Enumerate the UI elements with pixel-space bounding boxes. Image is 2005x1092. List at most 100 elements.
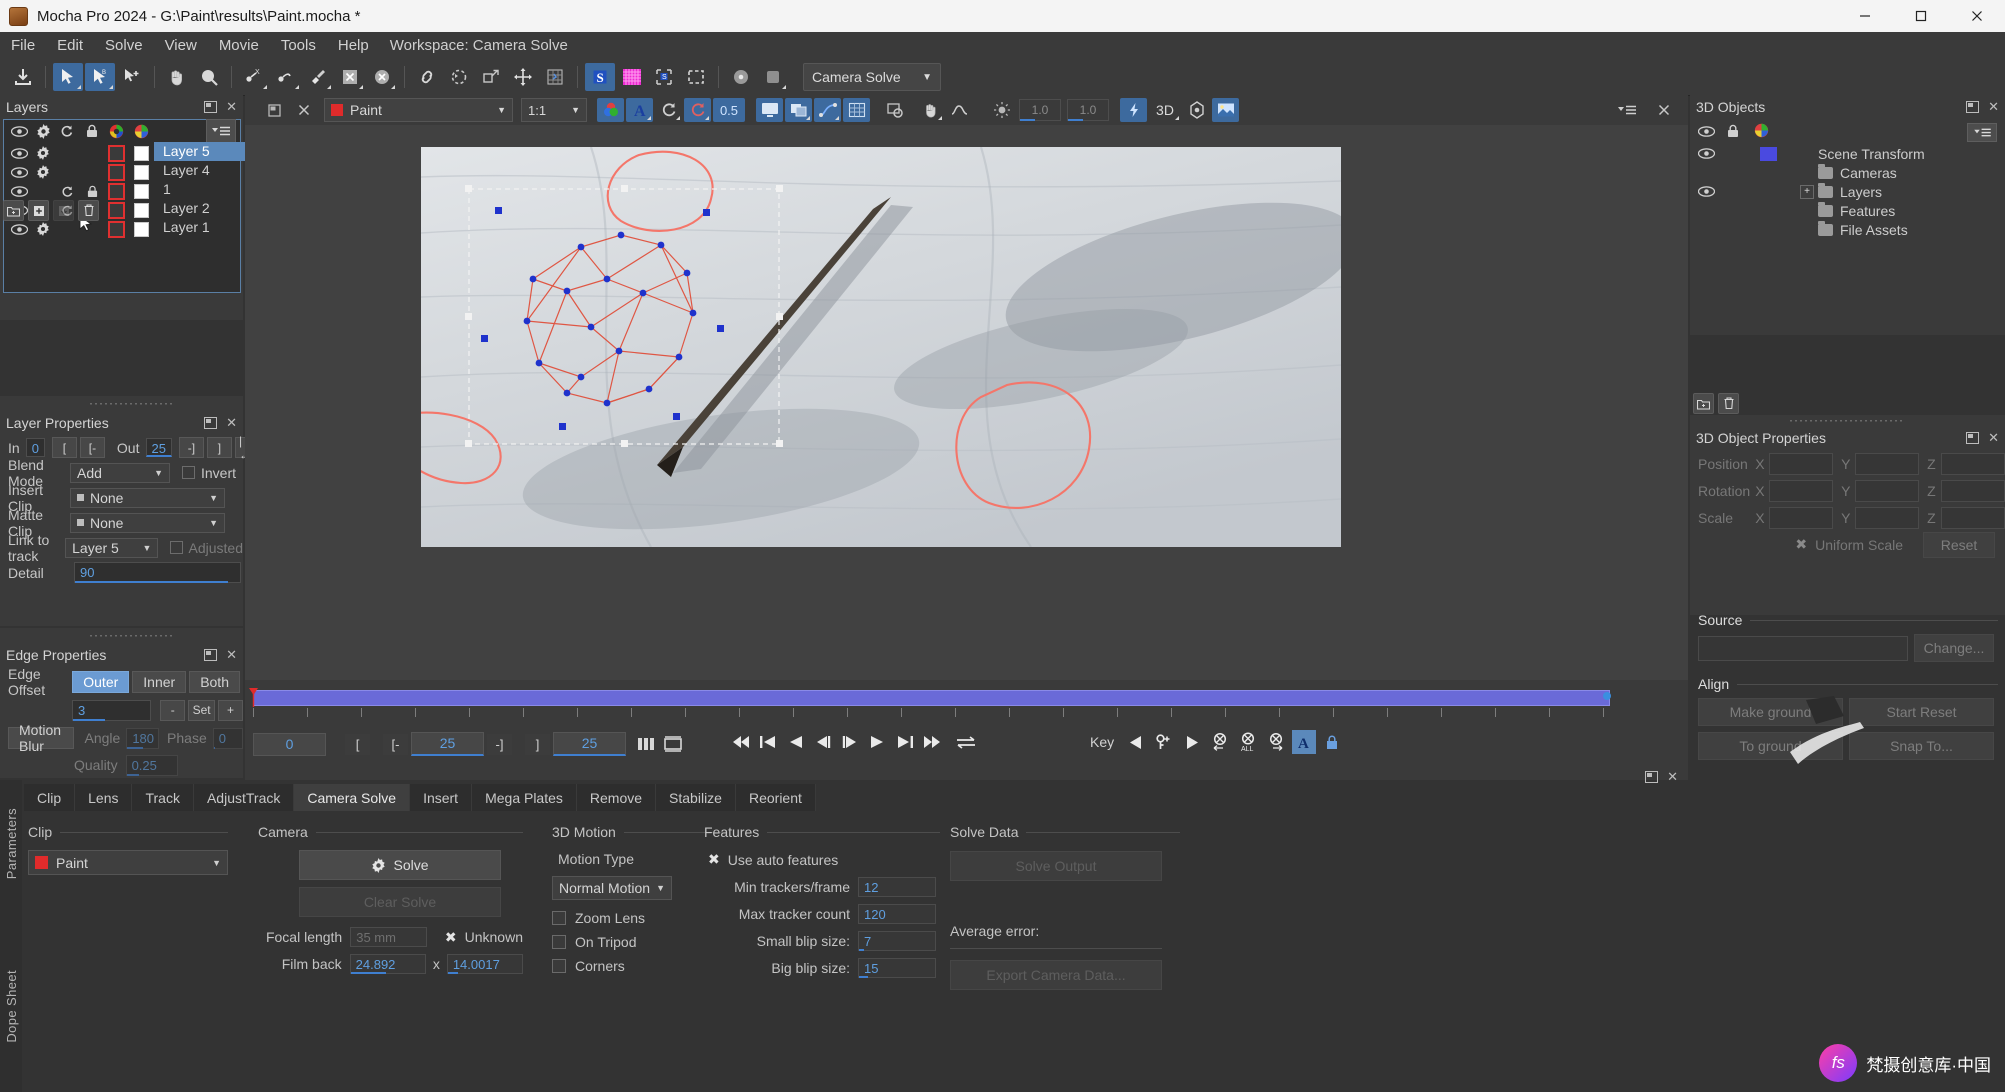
source-field[interactable]	[1698, 635, 1908, 661]
mark-in-alt-button[interactable]: [-	[79, 437, 105, 458]
mark-out-button[interactable]: -]	[487, 733, 512, 755]
delete-object-icon[interactable]	[1718, 393, 1739, 414]
channels-icon[interactable]	[597, 98, 624, 122]
unknown-checkbox[interactable]: ✖	[445, 929, 457, 946]
new-folder-icon[interactable]	[3, 200, 24, 221]
row-gear-icon[interactable]	[32, 218, 54, 240]
surface-icon[interactable]: S	[585, 63, 615, 91]
corners-checkbox[interactable]	[552, 959, 566, 973]
lightning-icon[interactable]	[1120, 98, 1147, 122]
delete-key-all-icon[interactable]: ALL	[1236, 730, 1260, 754]
select-b-tool-icon[interactable]: B	[85, 63, 115, 91]
table-row[interactable]: Layer 5	[4, 142, 248, 162]
increment-button[interactable]: +	[218, 699, 243, 721]
on-tripod-row[interactable]: On Tripod	[552, 934, 727, 950]
list-item[interactable]: Scene Transform	[1690, 144, 2005, 163]
zoom-region-icon[interactable]	[881, 98, 908, 122]
first-frame-icon[interactable]	[730, 730, 754, 754]
viewer-clip-dropdown[interactable]: Paint ▼	[324, 98, 513, 122]
use-auto-features-row[interactable]: ✖ Use auto features	[704, 851, 940, 868]
small-blip-field[interactable]: 7	[858, 931, 936, 951]
list-item[interactable]: Layer 5	[154, 142, 248, 161]
select-tool-icon[interactable]	[53, 63, 83, 91]
key-lock-icon[interactable]	[1320, 730, 1344, 754]
invert-checkbox[interactable]	[182, 466, 195, 479]
adjusted-checkbox[interactable]	[170, 541, 183, 554]
expand-icon[interactable]: +	[1800, 184, 1814, 199]
tab-stabilize[interactable]: Stabilize	[656, 784, 736, 811]
list-item[interactable]: Layer 2	[154, 199, 248, 218]
mark-in-button[interactable]: [	[51, 437, 77, 458]
float-panel-icon[interactable]	[1966, 101, 1980, 113]
set-button[interactable]: Set	[188, 699, 215, 721]
rotation-x-field[interactable]	[1769, 479, 1834, 502]
lock-icon[interactable]	[1727, 124, 1739, 141]
blend-mode-dropdown[interactable]: Add ▼	[70, 462, 170, 483]
list-item[interactable]: Layer 4	[154, 161, 248, 180]
tab-reorient[interactable]: Reorient	[735, 784, 816, 811]
color-wheel-icon[interactable]	[105, 120, 127, 142]
motion-blur-button[interactable]: Motion Blur	[8, 722, 74, 754]
eye-icon[interactable]	[1697, 124, 1716, 140]
alpha-icon[interactable]: A	[626, 98, 653, 122]
table-row[interactable]: Layer 4	[4, 161, 240, 181]
tab-remove[interactable]: Remove	[576, 784, 657, 811]
close-icon[interactable]: ✕	[226, 647, 237, 663]
prev-keyframe-icon[interactable]	[757, 730, 781, 754]
link-icon[interactable]	[412, 63, 442, 91]
layers-panel-menu-icon[interactable]	[206, 119, 236, 143]
play-backward-icon[interactable]	[784, 730, 808, 754]
timeline-ruler[interactable]	[253, 708, 1608, 730]
close-icon[interactable]: ✕	[1988, 430, 1999, 446]
list-item[interactable]: File Assets	[1690, 220, 2005, 239]
list-item[interactable]: Layer 1	[154, 218, 248, 237]
color-swatch-icon[interactable]	[130, 120, 152, 142]
focal-length-field[interactable]: 35 mm	[350, 927, 427, 947]
current-frame-field[interactable]: 0	[253, 732, 326, 756]
brush-tool-icon[interactable]	[303, 63, 333, 91]
planar-region-icon[interactable]	[681, 63, 711, 91]
zoom-lens-row[interactable]: Zoom Lens	[552, 910, 727, 926]
loop-icon[interactable]	[954, 730, 978, 754]
tab-lens[interactable]: Lens	[75, 784, 133, 811]
timeline-range-bar[interactable]	[253, 690, 1610, 706]
close-icon[interactable]: ✕	[226, 99, 237, 115]
objects-panel-menu-icon[interactable]	[1967, 122, 1997, 142]
scale-x-field[interactable]	[1769, 506, 1834, 529]
delete-layer-icon[interactable]	[78, 200, 99, 221]
rotation-y-field[interactable]	[1854, 479, 1920, 502]
curve-icon[interactable]	[946, 98, 973, 122]
menu-view[interactable]: View	[154, 32, 208, 59]
use-auto-features-checkbox[interactable]: ✖	[708, 851, 720, 868]
menu-tools[interactable]: Tools	[270, 32, 327, 59]
gizmo-icon[interactable]	[1183, 98, 1210, 122]
pin-icon[interactable]	[261, 98, 288, 122]
corners-row[interactable]: Corners	[552, 958, 727, 974]
opacity-icon[interactable]: 0.5	[713, 98, 745, 122]
transform-icon[interactable]	[476, 63, 506, 91]
close-icon[interactable]: ✕	[1988, 99, 1999, 115]
menu-solve[interactable]: Solve	[94, 32, 154, 59]
align-surface-icon[interactable]: S	[649, 63, 679, 91]
export-camera-data-button[interactable]: Export Camera Data...	[950, 960, 1162, 990]
on-tripod-checkbox[interactable]	[552, 935, 566, 949]
row-eye-icon[interactable]	[1697, 184, 1716, 200]
minimize-button[interactable]	[1837, 0, 1893, 32]
min-trackers-field[interactable]: 12	[858, 877, 936, 897]
delete-key-right-icon[interactable]	[1264, 730, 1288, 754]
delete-key-left-icon[interactable]	[1208, 730, 1232, 754]
scale-z-field[interactable]	[1940, 506, 2005, 529]
close-icon[interactable]	[290, 98, 317, 122]
close-icon[interactable]: ✕	[1667, 769, 1678, 785]
workspace-dropdown[interactable]: Camera Solve ▼	[803, 63, 941, 91]
solve-button[interactable]: Solve	[299, 850, 501, 880]
lock-icon[interactable]	[81, 120, 103, 142]
position-y-field[interactable]	[1854, 452, 1920, 475]
import-icon[interactable]	[8, 63, 38, 91]
step-backward-icon[interactable]	[811, 730, 835, 754]
float-panel-icon[interactable]	[204, 649, 218, 661]
zoom-tool-icon[interactable]	[194, 63, 224, 91]
close-button[interactable]	[1949, 0, 2005, 32]
snap-to-button[interactable]: Snap To...	[1849, 732, 1994, 760]
in-point-field[interactable]: 25	[411, 732, 484, 756]
